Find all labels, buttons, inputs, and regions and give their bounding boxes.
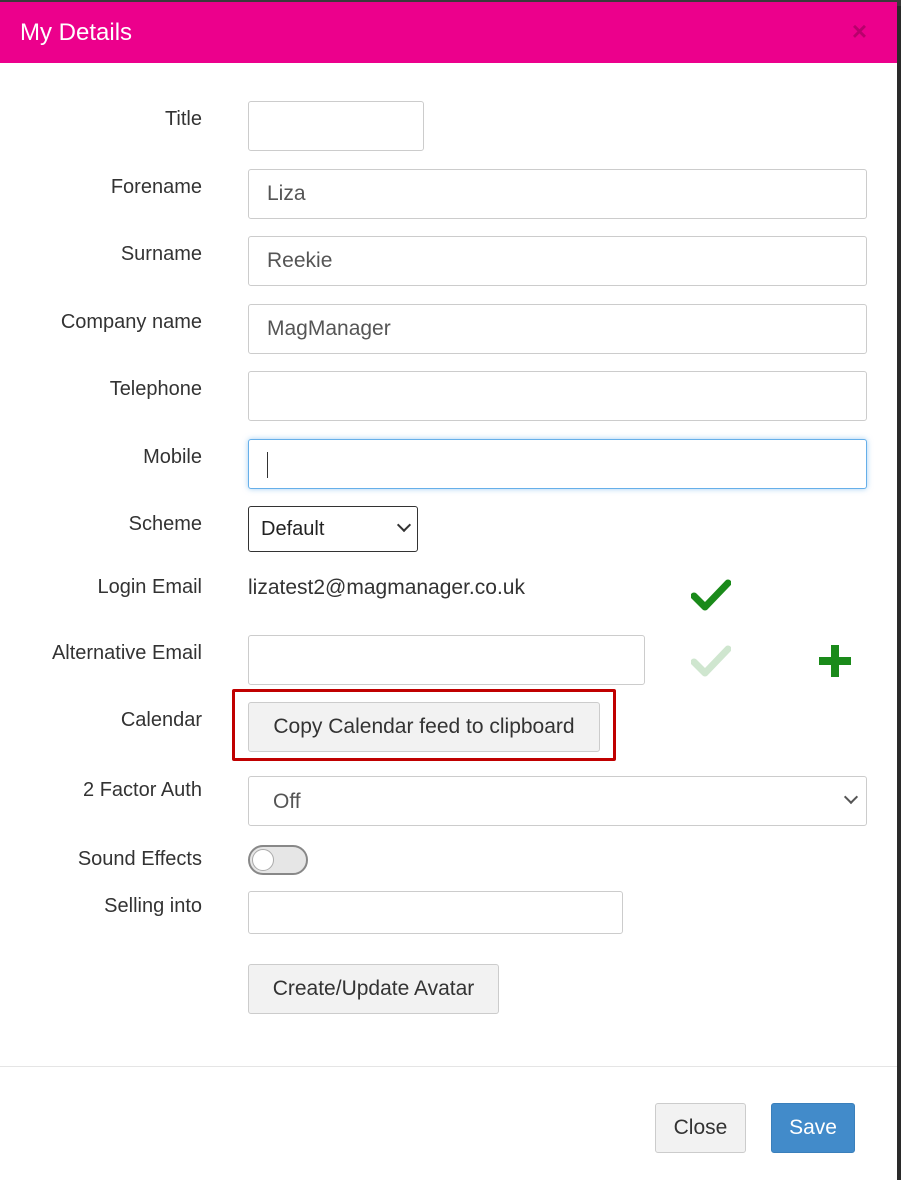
check-icon[interactable] xyxy=(691,644,731,678)
dialog-title: My Details xyxy=(20,19,133,46)
scheme-selected: Default xyxy=(261,518,325,540)
selling-into-label: Selling into xyxy=(104,895,202,917)
alternative-email-label: Alternative Email xyxy=(51,642,202,664)
telephone-label: Telephone xyxy=(109,378,202,400)
selling-into-input[interactable] xyxy=(248,891,623,934)
chevron-down-icon xyxy=(843,789,859,805)
check-icon xyxy=(691,579,731,611)
two-factor-auth-selected: Off xyxy=(273,790,301,813)
login-email-value: lizatest2@magmanager.co.uk xyxy=(248,576,525,599)
title-label: Title xyxy=(164,108,202,130)
mobile-input[interactable] xyxy=(248,439,867,489)
two-factor-auth-select[interactable]: Off xyxy=(248,776,867,826)
telephone-input[interactable] xyxy=(248,371,867,421)
surname-input[interactable] xyxy=(248,236,867,286)
alternative-email-input[interactable] xyxy=(248,635,645,685)
toggle-knob xyxy=(252,849,274,871)
create-update-avatar-button[interactable]: Create/Update Avatar xyxy=(248,964,499,1014)
company-name-input[interactable] xyxy=(248,304,867,354)
save-button[interactable]: Save xyxy=(771,1103,855,1153)
close-button[interactable]: Close xyxy=(655,1103,746,1153)
dialog-header: My Details × xyxy=(0,2,897,63)
my-details-dialog: My Details × Title Forename Surname Comp… xyxy=(0,2,897,1180)
forename-input[interactable] xyxy=(248,169,867,219)
plus-icon[interactable] xyxy=(818,644,852,678)
copy-calendar-feed-button[interactable]: Copy Calendar feed to clipboard xyxy=(248,702,600,752)
mobile-label: Mobile xyxy=(143,446,202,468)
scheme-select[interactable]: Default xyxy=(248,506,418,552)
company-name-label: Company name xyxy=(60,311,202,333)
surname-label: Surname xyxy=(120,243,202,265)
login-email-label: Login Email xyxy=(97,576,202,598)
sound-effects-toggle[interactable] xyxy=(248,845,308,875)
chevron-down-icon xyxy=(396,517,412,533)
calendar-label: Calendar xyxy=(120,709,202,731)
two-factor-auth-label: 2 Factor Auth xyxy=(83,779,202,801)
sound-effects-label: Sound Effects xyxy=(77,848,202,870)
footer-divider xyxy=(0,1066,897,1067)
title-input[interactable] xyxy=(248,101,424,151)
text-caret xyxy=(267,452,268,478)
scheme-label: Scheme xyxy=(128,513,202,535)
forename-label: Forename xyxy=(110,176,202,198)
close-icon[interactable]: × xyxy=(852,18,867,44)
